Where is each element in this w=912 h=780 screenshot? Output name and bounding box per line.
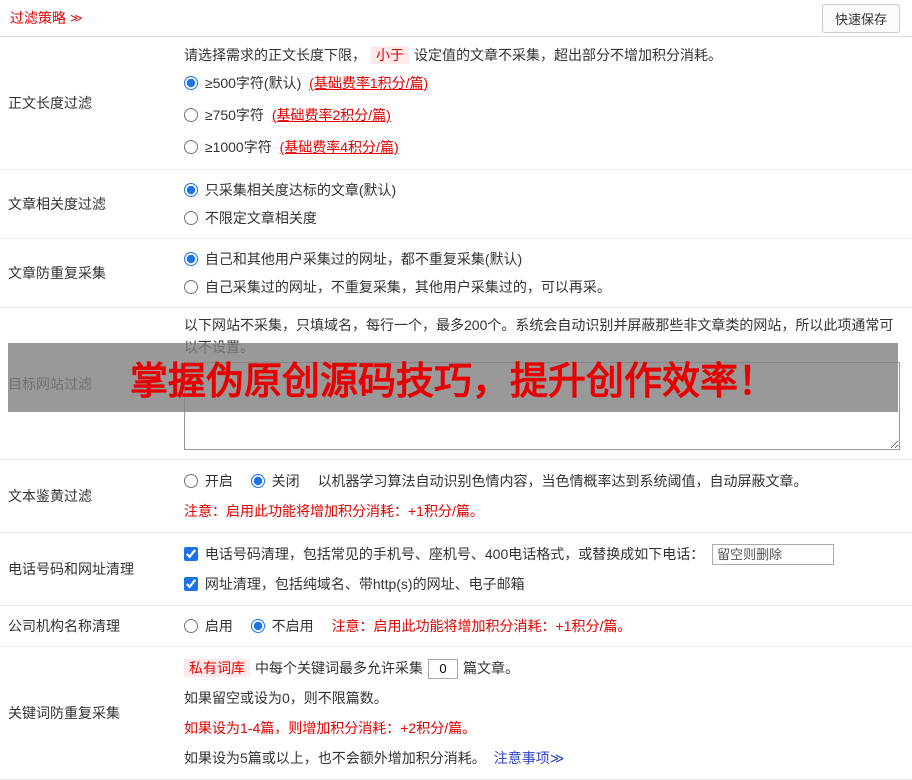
- keyword-limit-line: 私有词库中每个关键词最多允许采集 篇文章。: [184, 653, 900, 683]
- option-label: ≥500字符(默认): [204, 75, 302, 91]
- option-label: 开启: [204, 473, 233, 489]
- notes-link[interactable]: 注意事项≫: [494, 750, 565, 766]
- option-fee-note: (基础费率1积分/篇): [309, 75, 429, 91]
- checkbox-option-phone-clean[interactable]: 电话号码清理，包括常见的手机号、座机号、400电话格式，或替换成如下电话：: [184, 546, 708, 562]
- keyword-note-5plus-line: 如果设为5篇或以上，也不会额外增加积分消耗。 注意事项≫: [184, 743, 900, 773]
- radio-option-500chars[interactable]: ≥500字符(默认) (基础费率1积分/篇): [184, 67, 900, 99]
- option-label: ≥1000字符: [204, 139, 272, 155]
- phone-clean-line: 电话号码清理，包括常见的手机号、座机号、400电话格式，或替换成如下电话：: [184, 539, 900, 569]
- radio-500chars[interactable]: [184, 76, 198, 90]
- notes-link-chevron-icon: ≫: [549, 750, 565, 766]
- highlight-keyword-less-than: 小于: [371, 46, 409, 64]
- row-label-relevance: 文章相关度过滤: [8, 196, 106, 212]
- row-label-company-clean: 公司机构名称清理: [8, 618, 120, 634]
- row-label-keyword-dedupe: 关键词防重复采集: [8, 705, 120, 721]
- radio-relevance-any[interactable]: [184, 211, 198, 225]
- radio-company-enable[interactable]: [184, 619, 198, 633]
- option-label: 电话号码清理，包括常见的手机号、座机号、400电话格式，或替换成如下电话：: [204, 546, 705, 562]
- option-label: 自己采集过的网址，不重复采集，其他用户采集过的，可以再采。: [204, 279, 611, 295]
- watermark-banner: 掌握伪原创源码技巧，提升创作效率！: [8, 343, 898, 412]
- row-content-dedupe: 自己和其他用户采集过的网址，都不重复采集(默认) 自己采集过的网址，不重复采集，…: [178, 239, 912, 307]
- porn-filter-warning: 注意：启用此功能将增加积分消耗：+1积分/篇。: [184, 503, 484, 519]
- radio-option-relevance-any[interactable]: 不限定文章相关度: [184, 204, 900, 232]
- row-label-dedupe: 文章防重复采集: [8, 265, 106, 281]
- filter-strategy-page: 过滤策略 ≫ 快速保存 正文长度过滤 请选择需求的正文长度下限， 小于 设定值的文章…: [0, 0, 912, 780]
- radio-option-dedupe-all-users[interactable]: 自己和其他用户采集过的网址，都不重复采集(默认): [184, 245, 900, 273]
- radio-option-1000chars[interactable]: ≥1000字符 (基础费率4积分/篇): [184, 131, 900, 163]
- option-label: 自己和其他用户采集过的网址，都不重复采集(默认): [204, 251, 523, 267]
- porn-filter-options-line: 开启 关闭 以机器学习算法自动识别色情内容，当色情概率达到系统阈值，自动屏蔽文章…: [184, 466, 900, 496]
- page-header: 过滤策略 ≫ 快速保存: [0, 0, 912, 37]
- checkbox-phone-clean[interactable]: [184, 547, 198, 561]
- page-title-group: 过滤策略 ≫: [10, 8, 83, 28]
- row-relevance-filter: 文章相关度过滤 只采集相关度达标的文章(默认) 不限定文章相关度: [0, 170, 912, 239]
- row-phone-url-clean: 电话号码和网址清理 电话号码清理，包括常见的手机号、座机号、400电话格式，或替…: [0, 533, 912, 606]
- row-keyword-dedupe: 关键词防重复采集 私有词库中每个关键词最多允许采集 篇文章。 如果留空或设为0，则…: [0, 647, 912, 780]
- checkbox-option-url-clean[interactable]: 网址清理，包括纯域名、带http(s)的网址、电子邮箱: [184, 576, 525, 592]
- row-porn-filter: 文本鉴黄过滤 开启 关闭 以机器学习算法自动识别色情内容，当色情概率达到系统阈值…: [0, 460, 912, 533]
- company-clean-options-line: 启用 不启用 注意：启用此功能将增加积分消耗：+1积分/篇。: [184, 612, 900, 640]
- row-label-phone-url-clean: 电话号码和网址清理: [8, 561, 134, 577]
- company-clean-warning: 注意：启用此功能将增加积分消耗：+1积分/篇。: [331, 618, 632, 634]
- radio-option-relevance-strict[interactable]: 只采集相关度达标的文章(默认): [184, 176, 900, 204]
- watermark-text: 掌握伪原创源码技巧，提升创作效率！: [129, 361, 776, 403]
- option-label: 不限定文章相关度: [204, 210, 317, 226]
- keyword-limit-input[interactable]: [428, 658, 458, 679]
- collapse-chevron-icon[interactable]: ≫: [70, 11, 83, 25]
- row-company-clean: 公司机构名称清理 启用 不启用 注意：启用此功能将增加积分消耗：+1积分/篇。: [0, 606, 912, 647]
- option-label: 启用: [204, 618, 233, 634]
- row-content-keyword-dedupe: 私有词库中每个关键词最多允许采集 篇文章。 如果留空或设为0，则不限篇数。 如果设…: [178, 647, 912, 779]
- radio-relevance-strict[interactable]: [184, 183, 198, 197]
- row-dedupe-collection: 文章防重复采集 自己和其他用户采集过的网址，都不重复采集(默认) 自己采集过的网…: [0, 239, 912, 308]
- option-fee-note: (基础费率4积分/篇): [279, 139, 399, 155]
- replacement-phone-input[interactable]: [712, 544, 835, 565]
- row-body-length-filter: 正文长度过滤 请选择需求的正文长度下限， 小于 设定值的文章不采集，超出部分不增加积…: [0, 37, 912, 170]
- radio-option-dedupe-self-only[interactable]: 自己采集过的网址，不重复采集，其他用户采集过的，可以再采。: [184, 273, 900, 301]
- keyword-limit-text-after: 篇文章。: [463, 660, 519, 676]
- option-label: 网址清理，包括纯域名、带http(s)的网址、电子邮箱: [204, 576, 525, 592]
- radio-porn-off[interactable]: [250, 474, 265, 488]
- page-title: 过滤策略: [10, 10, 66, 26]
- url-clean-line: 网址清理，包括纯域名、带http(s)的网址、电子邮箱: [184, 569, 900, 599]
- intro-text-before: 请选择需求的正文长度下限，: [184, 47, 366, 63]
- row-content-phone-url-clean: 电话号码清理，包括常见的手机号、座机号、400电话格式，或替换成如下电话： 网址…: [178, 533, 912, 605]
- radio-750chars[interactable]: [184, 108, 198, 122]
- radio-company-disable[interactable]: [250, 619, 265, 633]
- keyword-note-1-4: 如果设为1-4篇，则增加积分消耗：+2积分/篇。: [184, 720, 477, 736]
- keyword-note-zero: 如果留空或设为0，则不限篇数。: [184, 690, 388, 706]
- row-content-company-clean: 启用 不启用 注意：启用此功能将增加积分消耗：+1积分/篇。: [178, 606, 912, 646]
- row-content-relevance: 只采集相关度达标的文章(默认) 不限定文章相关度: [178, 170, 912, 238]
- radio-option-company-disable[interactable]: 不启用: [250, 618, 318, 634]
- notes-link-label: 注意事项: [493, 750, 550, 766]
- radio-option-750chars[interactable]: ≥750字符 (基础费率2积分/篇): [184, 99, 900, 131]
- intro-text-after: 设定值的文章不采集，超出部分不增加积分消耗。: [414, 47, 722, 63]
- option-fee-note: (基础费率2积分/篇): [271, 107, 391, 123]
- quick-save-button[interactable]: 快速保存: [821, 3, 900, 33]
- option-label: 只采集相关度达标的文章(默认): [204, 182, 397, 198]
- radio-dedupe-self-only[interactable]: [184, 280, 198, 294]
- radio-1000chars[interactable]: [184, 140, 198, 154]
- row-content-porn-filter: 开启 关闭 以机器学习算法自动识别色情内容，当色情概率达到系统阈值，自动屏蔽文章…: [178, 460, 912, 532]
- row-content-body-length: 请选择需求的正文长度下限， 小于 设定值的文章不采集，超出部分不增加积分消耗。 ≥5…: [178, 37, 912, 169]
- radio-option-porn-on[interactable]: 开启: [184, 473, 237, 489]
- checkbox-url-clean[interactable]: [184, 577, 198, 591]
- keyword-limit-text: 中每个关键词最多允许采集: [255, 660, 423, 676]
- porn-filter-description: 以机器学习算法自动识别色情内容，当色情概率达到系统阈值，自动屏蔽文章。: [317, 473, 808, 489]
- radio-option-company-enable[interactable]: 启用: [184, 618, 237, 634]
- row-label-porn-filter: 文本鉴黄过滤: [8, 488, 92, 504]
- highlight-private-lexicon: 私有词库: [184, 659, 250, 677]
- radio-option-porn-off[interactable]: 关闭: [250, 473, 304, 489]
- radio-porn-on[interactable]: [184, 474, 198, 488]
- body-length-intro: 请选择需求的正文长度下限， 小于 设定值的文章不采集，超出部分不增加积分消耗。: [184, 43, 900, 67]
- option-label: ≥750字符: [204, 107, 264, 123]
- row-label-body-length: 正文长度过滤: [8, 95, 92, 111]
- option-label: 不启用: [271, 618, 314, 634]
- keyword-note-5plus: 如果设为5篇或以上，也不会额外增加积分消耗。: [184, 750, 486, 766]
- option-label: 关闭: [271, 473, 300, 489]
- radio-dedupe-all-users[interactable]: [184, 252, 198, 266]
